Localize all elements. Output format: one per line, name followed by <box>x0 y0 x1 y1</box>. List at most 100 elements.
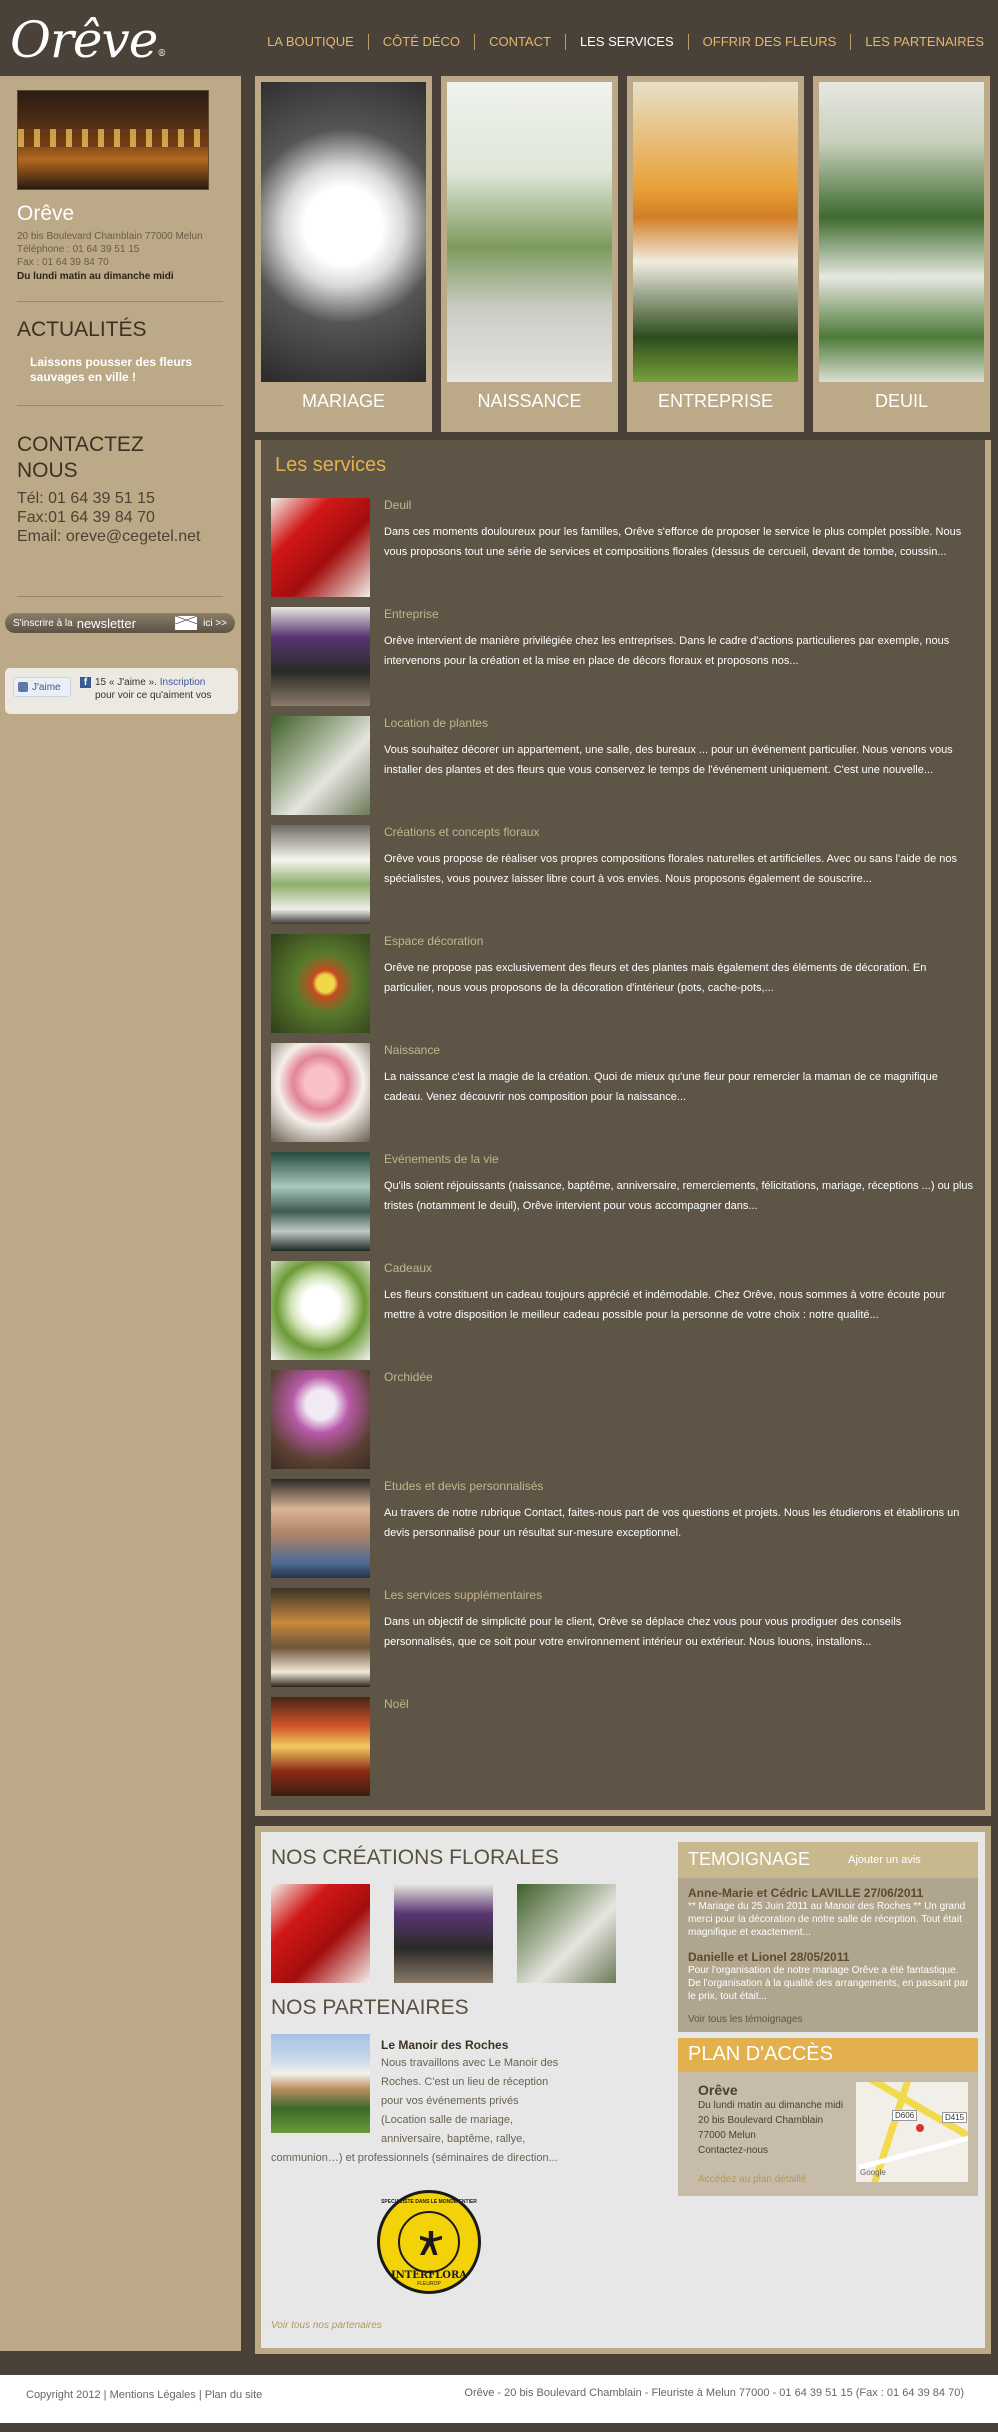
facebook-box: J'aime f 15 « J'aime ». Inscription pour… <box>5 668 238 714</box>
tile-naissance[interactable]: NAISSANCE <box>441 76 618 432</box>
service-description: Orêve vous propose de réaliser vos propr… <box>384 853 957 885</box>
creation-image[interactable] <box>394 1884 493 1983</box>
interflora-brand: INTERFLORA <box>390 2270 468 2281</box>
nav-contact[interactable]: CONTACT <box>474 34 565 50</box>
testimonial-author[interactable]: Anne-Marie et Cédric LAVILLE 27/06/2011 <box>688 1886 923 1900</box>
plan-city: 77000 Melun <box>698 2130 756 2141</box>
service-item[interactable]: Orchidée <box>271 1370 981 1474</box>
service-image[interactable] <box>271 1697 370 1796</box>
creation-image[interactable] <box>271 1884 370 1983</box>
mercury-icon <box>420 2231 442 2255</box>
shop-address: 20 bis Boulevard Chamblain 77000 Melun <box>17 231 203 242</box>
facebook-signup-link[interactable]: Inscription <box>160 677 206 688</box>
plan-contact-link[interactable]: Contactez-nous <box>698 2145 768 2156</box>
service-title[interactable]: Cadeaux <box>384 1261 432 1275</box>
logo[interactable]: Orêve® <box>10 10 166 70</box>
shop-hours: Du lundi matin au dimanche midi <box>17 271 174 282</box>
contact-heading-2: NOUS <box>17 459 78 482</box>
service-image[interactable] <box>271 1370 370 1469</box>
plan-shop-name: Orêve <box>698 2082 738 2098</box>
entreprise-image <box>633 82 798 382</box>
service-description: Vous souhaitez décorer un appartement, u… <box>384 744 953 776</box>
service-title[interactable]: Orchidée <box>384 1370 433 1384</box>
interflora-logo[interactable]: SPECIALISTE DANS LE MONDE ENTIER FLEUROP… <box>377 2190 481 2294</box>
service-image[interactable] <box>271 1152 370 1251</box>
add-review-link[interactable]: Ajouter un avis <box>848 1854 921 1866</box>
newsletter-post: ici >> <box>203 617 227 629</box>
service-image[interactable] <box>271 1588 370 1687</box>
service-item[interactable]: Location de plantes Vous souhaitez décor… <box>271 716 981 820</box>
service-title[interactable]: Entreprise <box>384 607 439 621</box>
tile-deuil[interactable]: DEUIL <box>813 76 990 432</box>
map-road-label: D415 <box>942 2112 968 2123</box>
newsletter-button[interactable]: S'inscrire à la newsletter ici >> <box>5 613 235 633</box>
service-title[interactable]: Créations et concepts floraux <box>384 825 539 839</box>
nav-les-services[interactable]: LES SERVICES <box>564 34 688 50</box>
service-item[interactable]: Naissance La naissance c'est la magie de… <box>271 1043 981 1147</box>
footer: Copyright 2012 | Mentions Légales | Plan… <box>0 2367 998 2423</box>
envelope-icon <box>175 616 198 630</box>
service-title[interactable]: Naissance <box>384 1043 440 1057</box>
testimonial-header: TEMOIGNAGE Ajouter un avis <box>678 1842 978 1878</box>
service-description: Au travers de notre rubrique Contact, fa… <box>384 1507 960 1539</box>
news-heading: ACTUALITÉS <box>17 318 147 341</box>
tile-mariage[interactable]: MARIAGE <box>255 76 432 432</box>
testimonial-author[interactable]: Danielle et Lionel 28/05/2011 <box>688 1950 849 1964</box>
service-title[interactable]: Etudes et devis personnalisés <box>384 1479 543 1493</box>
partner-name[interactable]: Le Manoir des Roches <box>381 2038 508 2052</box>
service-title[interactable]: Noël <box>384 1697 409 1711</box>
all-testimonials-link[interactable]: Voir tous les témoignages <box>688 2014 803 2025</box>
tile-entreprise[interactable]: ENTREPRISE <box>627 76 804 432</box>
service-item[interactable]: Etudes et devis personnalisés Au travers… <box>271 1479 981 1583</box>
nav-les-partenaires[interactable]: LES PARTENAIRES <box>850 34 998 50</box>
contact-email[interactable]: Email: oreve@cegetel.net <box>17 528 200 546</box>
tile-label: MARIAGE <box>301 391 385 411</box>
thumbs-up-icon <box>18 682 28 692</box>
nav-cote-deco[interactable]: CÔTÉ DÉCO <box>367 34 474 50</box>
service-image[interactable] <box>271 1479 370 1578</box>
service-title[interactable]: Deuil <box>384 498 411 512</box>
service-item[interactable]: Les services supplémentaires Dans un obj… <box>271 1588 981 1692</box>
service-image[interactable] <box>271 716 370 815</box>
service-item[interactable]: Cadeaux Les fleurs constituent un cadeau… <box>271 1261 981 1365</box>
contact-tel: Tél: 01 64 39 51 15 <box>17 490 155 507</box>
service-image[interactable] <box>271 607 370 706</box>
divider <box>17 301 223 302</box>
services-title: Les services <box>275 454 387 476</box>
creation-image[interactable] <box>517 1884 616 1983</box>
nav-offrir-des-fleurs[interactable]: OFFRIR DES FLEURS <box>687 34 851 50</box>
nav-la-boutique[interactable]: LA BOUTIQUE <box>253 34 368 50</box>
testimonial-text: ** Mariage du 25 Juin 2011 au Manoir des… <box>688 1901 966 1938</box>
map-pin-icon <box>916 2124 924 2132</box>
service-image[interactable] <box>271 498 370 597</box>
plan-detail-link[interactable]: Accédez au plan détaillé <box>698 2174 806 2185</box>
service-item[interactable]: Créations et concepts floraux Orêve vous… <box>271 825 981 929</box>
service-item[interactable]: Entreprise Orêve intervient de manière p… <box>271 607 981 711</box>
plan-hours: Du lundi matin au dimanche midi <box>698 2100 844 2111</box>
service-image[interactable] <box>271 825 370 924</box>
facebook-like-button[interactable]: J'aime <box>13 677 71 697</box>
service-item[interactable]: Evénements de la vie Qu'ils soient réjou… <box>271 1152 981 1256</box>
naissance-image <box>447 82 612 382</box>
map-thumbnail[interactable]: D606 D415 Google <box>856 2082 968 2182</box>
service-title[interactable]: Evénements de la vie <box>384 1152 499 1166</box>
service-image[interactable] <box>271 1261 370 1360</box>
news-link[interactable]: Laissons pousser des fleurs sauvages en … <box>30 355 220 385</box>
testimonial-text: Pour l'organisation de notre mariage Orê… <box>688 1965 969 2002</box>
service-title[interactable]: Les services supplémentaires <box>384 1588 542 1602</box>
service-description: Qu'ils soient réjouissants (naissance, b… <box>384 1180 974 1212</box>
interflora-fleurop: FLEUROP <box>417 2281 441 2287</box>
service-image[interactable] <box>271 1043 370 1142</box>
service-item[interactable]: Deuil Dans ces moments douloureux pour l… <box>271 498 981 602</box>
shop-name: Orêve <box>17 202 75 225</box>
service-title[interactable]: Location de plantes <box>384 716 488 730</box>
service-item[interactable]: Noël <box>271 1697 981 1801</box>
footer-links[interactable]: Copyright 2012 | Mentions Légales | Plan… <box>26 2389 262 2401</box>
service-title[interactable]: Espace décoration <box>384 934 483 948</box>
creations-title: NOS CRÉATIONS FLORALES <box>271 1846 559 1869</box>
plan-header: PLAN D'ACCÈS <box>678 2038 978 2072</box>
service-description: Dans un objectif de simplicité pour le c… <box>384 1616 902 1648</box>
service-image[interactable] <box>271 934 370 1033</box>
service-item[interactable]: Espace décoration Orêve ne propose pas e… <box>271 934 981 1038</box>
all-partners-link[interactable]: Voir tous nos partenaires <box>271 2320 382 2331</box>
